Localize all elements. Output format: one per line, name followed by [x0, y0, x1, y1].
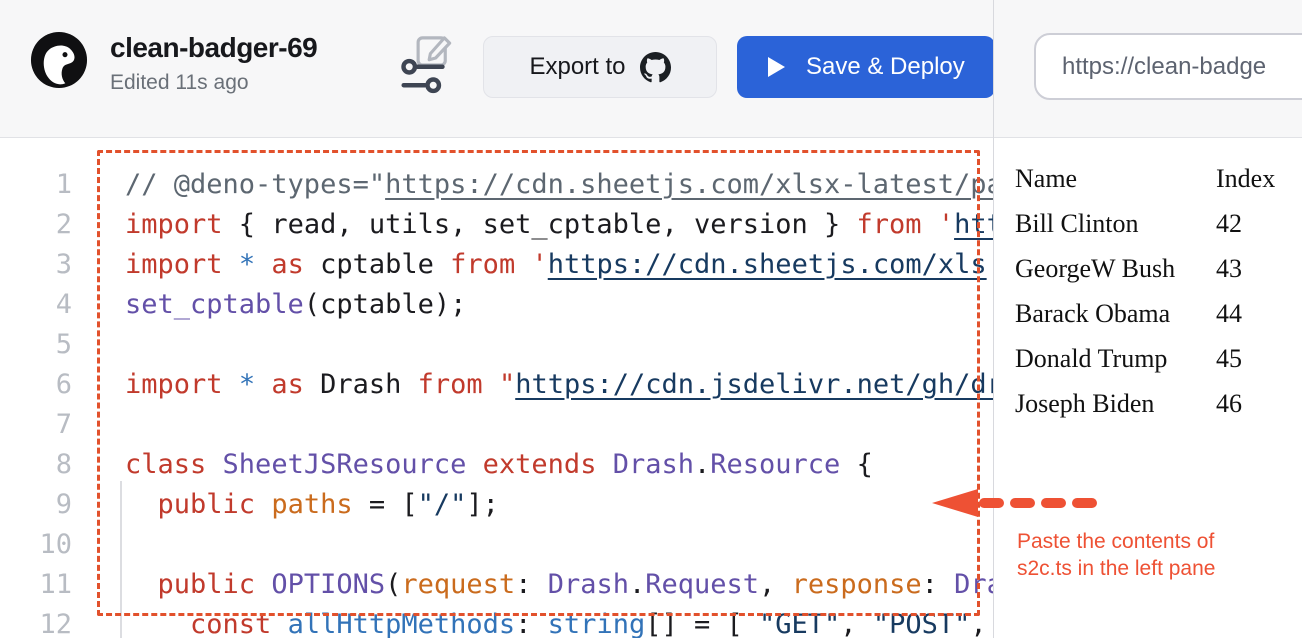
code-editor[interactable]: 1 // @deno-types="https://cdn.sheetjs.com…: [0, 139, 993, 638]
table-row: Barack Obama44: [1015, 291, 1275, 336]
line-number: 1: [0, 169, 72, 200]
code-text: import * as Drash from "https://cdn.jsde…: [125, 369, 993, 400]
code-lines: 1 // @deno-types="https://cdn.sheetjs.com…: [0, 164, 993, 638]
annotation-text: Paste the contents of s2c.ts in the left…: [1017, 528, 1215, 582]
table-row: Joseph Biden46: [1015, 381, 1275, 426]
line-number: 10: [0, 529, 72, 560]
deno-logo-icon[interactable]: [30, 31, 88, 89]
annotation-text-line2: s2c.ts in the left pane: [1017, 555, 1215, 582]
code-line[interactable]: 6 import * as Drash from "https://cdn.jsd…: [0, 364, 993, 404]
table-cell: Joseph Biden: [1015, 389, 1216, 419]
table-cell: Donald Trump: [1015, 344, 1216, 374]
preview-table: NameIndexBill Clinton42GeorgeW Bush43Bar…: [1015, 156, 1275, 426]
code-text: // @deno-types="https://cdn.sheetjs.com/…: [125, 169, 993, 200]
code-line[interactable]: 10: [0, 524, 993, 564]
table-row: Bill Clinton42: [1015, 201, 1275, 246]
code-line[interactable]: 7: [0, 404, 993, 444]
table-header-row: NameIndex: [1015, 156, 1275, 201]
preview-url-input[interactable]: [1034, 33, 1302, 100]
edited-timestamp: Edited 11s ago: [110, 71, 249, 95]
code-text: import * as cptable from 'https://cdn.sh…: [125, 249, 987, 280]
table-cell: Name: [1015, 164, 1216, 194]
line-number: 7: [0, 409, 72, 440]
code-line[interactable]: 12 const allHttpMethods: string[] = [ "G…: [0, 604, 993, 638]
table-row: GeorgeW Bush43: [1015, 246, 1275, 291]
line-number: 11: [0, 569, 72, 600]
table-row: Donald Trump45: [1015, 336, 1275, 381]
table-cell: GeorgeW Bush: [1015, 254, 1216, 284]
line-number: 12: [0, 609, 72, 638]
project-title: clean-badger-69: [110, 32, 317, 64]
line-number: 4: [0, 289, 72, 320]
preview-header: [994, 0, 1302, 138]
table-cell: Index: [1216, 164, 1275, 194]
preview-pane: NameIndexBill Clinton42GeorgeW Bush43Bar…: [993, 0, 1302, 638]
save-button-label: Save & Deploy: [806, 53, 965, 81]
play-triangle-icon: [767, 56, 786, 78]
table-cell: 45: [1216, 344, 1242, 374]
code-text: public paths = ["/"];: [125, 489, 499, 520]
line-number: 8: [0, 449, 72, 480]
line-number: 2: [0, 209, 72, 240]
code-line[interactable]: 3 import * as cptable from 'https://cdn.s…: [0, 244, 993, 284]
code-text: const allHttpMethods: string[] = [ "GET"…: [125, 609, 987, 638]
code-line[interactable]: 4 set_cptable(cptable);: [0, 284, 993, 324]
code-text: class SheetJSResource extends Drash.Reso…: [125, 449, 873, 480]
line-number: 3: [0, 249, 72, 280]
save-deploy-button[interactable]: Save & Deploy: [737, 36, 995, 98]
code-line[interactable]: 11 public OPTIONS(request: Drash.Request…: [0, 564, 993, 604]
code-line[interactable]: 8 class SheetJSResource extends Drash.Res…: [0, 444, 993, 484]
annotation-text-line1: Paste the contents of: [1017, 528, 1215, 555]
code-line[interactable]: 9 public paths = ["/"];: [0, 484, 993, 524]
export-button-label: Export to: [529, 53, 625, 81]
table-cell: 44: [1216, 299, 1242, 329]
playground-window: clean-badger-69 Edited 11s ago Export to…: [0, 0, 1302, 638]
github-mark-icon: [640, 52, 671, 83]
code-text: set_cptable(cptable);: [125, 289, 466, 320]
export-to-github-button[interactable]: Export to: [483, 36, 717, 98]
line-number: 6: [0, 369, 72, 400]
code-line[interactable]: 1 // @deno-types="https://cdn.sheetjs.com…: [0, 164, 993, 204]
code-text: public OPTIONS(request: Drash.Request, r…: [125, 569, 993, 600]
code-line[interactable]: 2 import { read, utils, set_cptable, vers…: [0, 204, 993, 244]
table-cell: 46: [1216, 389, 1242, 419]
table-cell: 43: [1216, 254, 1242, 284]
sliders-tune-icon[interactable]: [400, 56, 448, 96]
code-text: import { read, utils, set_cptable, versi…: [125, 209, 993, 240]
table-cell: Bill Clinton: [1015, 209, 1216, 239]
line-number: 5: [0, 329, 72, 360]
table-cell: Barack Obama: [1015, 299, 1216, 329]
table-cell: 42: [1216, 209, 1242, 239]
code-line[interactable]: 5: [0, 324, 993, 364]
line-number: 9: [0, 489, 72, 520]
